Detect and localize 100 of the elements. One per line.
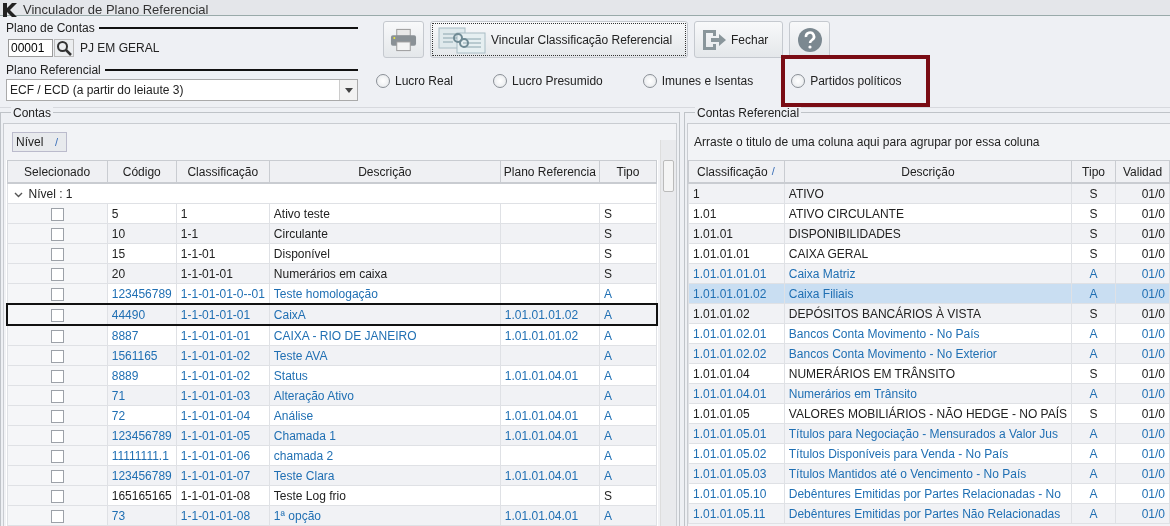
table-cell: 1.01.01.04.01 (688, 383, 785, 404)
table-cell: S (599, 485, 657, 506)
checkbox[interactable] (50, 329, 64, 343)
panel-title: Contas Referencial (695, 107, 802, 119)
checkbox[interactable] (50, 509, 64, 523)
table-cell: 15 (107, 243, 177, 264)
link-classification-button[interactable]: Vincular Classificação Referencial (430, 21, 688, 58)
table-cell: 44490 (107, 304, 177, 325)
table-cell: 11111111.1 (107, 445, 177, 466)
table-cell: NUMERÁRIOS EM TRÂNSITO (784, 363, 1072, 384)
checkbox[interactable] (50, 389, 64, 403)
field-label: Plano Referencial (6, 63, 101, 77)
column-header[interactable]: Selecionado (7, 160, 108, 183)
chevron-icon[interactable] (13, 191, 23, 198)
checkbox[interactable] (50, 308, 64, 322)
field-label: Plano de Contas (6, 21, 95, 35)
table-cell: A (599, 445, 657, 466)
code-field[interactable]: 00001 (8, 39, 53, 57)
group-by-chip[interactable]: Nível / (12, 132, 67, 152)
table-cell: Ativo teste (269, 203, 501, 224)
table-cell: Teste Log frio (269, 485, 501, 506)
table-cell: 01/0 (1115, 483, 1170, 504)
radio-option[interactable]: Lucro Real (376, 68, 454, 94)
checkbox[interactable] (50, 349, 64, 363)
table-cell: S (1071, 363, 1116, 384)
table-cell: VALORES MOBILIÁRIOS - NÃO HEDGE - NO PAÍS (784, 403, 1072, 424)
print-button[interactable] (383, 21, 424, 58)
column-header[interactable]: Descrição (784, 160, 1072, 183)
account-plan-name: PJ EM GERAL (80, 41, 160, 55)
checkbox[interactable] (50, 369, 64, 383)
table-cell: S (1071, 403, 1116, 424)
checkbox[interactable] (50, 469, 64, 483)
column-header[interactable]: Validad (1115, 160, 1170, 183)
table-cell: 1.01.01.02.01 (688, 323, 785, 344)
checkbox[interactable] (50, 409, 64, 423)
radio-option[interactable]: Imunes e Isentas (642, 68, 754, 94)
table-cell: 1-1-01-01-01 (176, 304, 270, 325)
column-header[interactable]: Plano Referencia (500, 160, 600, 183)
table-cell: 1.01.01.01.02 (500, 304, 600, 325)
column-header[interactable]: Tipo (1071, 160, 1116, 183)
table-cell: 1.01.01.05.11 (688, 503, 785, 524)
caret-icon[interactable] (344, 87, 353, 93)
table-cell: CaixA (269, 304, 501, 325)
checkbox[interactable] (50, 247, 64, 261)
checkbox[interactable] (50, 227, 64, 241)
table-cell: 1.01.01.04.01 (500, 405, 600, 426)
table-cell: 1.01.01.01.02 (500, 325, 600, 346)
table-cell: 72 (107, 405, 177, 426)
group-row[interactable]: Nível : 1 (7, 183, 657, 204)
checkbox[interactable] (50, 267, 64, 281)
column-header[interactable]: Classificação (176, 160, 270, 183)
table-cell: 165165165 (107, 485, 177, 506)
table-cell: 01/0 (1115, 403, 1170, 424)
column-header[interactable]: Classificação / (688, 160, 785, 183)
table-cell: 1.01.01.01 (688, 243, 785, 264)
table-cell: Bancos Conta Movimento - No País (784, 323, 1072, 344)
table-cell: 1-1-01-01-01 (176, 325, 270, 346)
checkbox[interactable] (50, 429, 64, 443)
table-cell: A (599, 325, 657, 346)
table-cell: 1.01.01.01.02 (688, 283, 785, 304)
table-cell: 1.01.01.05.01 (688, 423, 785, 444)
window-title: Vinculador de Plano Referencial (23, 3, 209, 17)
table-cell: S (599, 203, 657, 224)
table-cell: 1.01.01.02.02 (688, 343, 785, 364)
column-header[interactable]: Descrição (269, 160, 501, 183)
table-cell: A (599, 304, 657, 325)
table-cell: 1.01.01.05 (688, 403, 785, 424)
checkbox[interactable] (50, 207, 64, 221)
column-header[interactable]: Código (107, 160, 177, 183)
help-icon (796, 26, 823, 53)
table-cell: 1-1-01-01-04 (176, 405, 270, 426)
table-cell: S (1071, 243, 1116, 264)
table-cell: 01/0 (1115, 323, 1170, 344)
table-cell: 1.01.01 (688, 223, 785, 244)
search-button[interactable] (54, 39, 74, 57)
checkbox[interactable] (50, 489, 64, 503)
reference-plan-dropdown[interactable]: ECF / ECD (a partir do leiaute 3) (6, 79, 358, 101)
table-cell: A (599, 365, 657, 386)
table-cell: CAIXA - RIO DE JANEIRO (269, 325, 501, 346)
table-cell: Análise (269, 405, 501, 426)
table-cell: 1-1-01 (176, 243, 270, 264)
table-cell: A (1071, 443, 1116, 464)
table-cell: 01/0 (1115, 363, 1170, 384)
table-cell: 5 (107, 203, 177, 224)
logo-icon (2, 3, 18, 17)
table-cell: 1 (176, 203, 270, 224)
checkbox[interactable] (50, 287, 64, 301)
table-cell: Status (269, 365, 501, 386)
table-cell: 01/0 (1115, 443, 1170, 464)
table-cell: 1.01.01.05.02 (688, 443, 785, 464)
column-header[interactable]: Tipo (599, 160, 657, 183)
table-cell: ATIVO CIRCULANTE (784, 203, 1072, 224)
close-button[interactable]: Fechar (694, 21, 783, 58)
table-cell: CAIXA GERAL (784, 243, 1072, 264)
radio-option[interactable]: Lucro Presumido (493, 68, 603, 94)
table-cell: A (1071, 483, 1116, 504)
checkbox[interactable] (50, 449, 64, 463)
table-cell: 8887 (107, 325, 177, 346)
table-cell: 1-1-01-01-08 (176, 485, 270, 506)
scrollbar[interactable] (659, 140, 676, 526)
